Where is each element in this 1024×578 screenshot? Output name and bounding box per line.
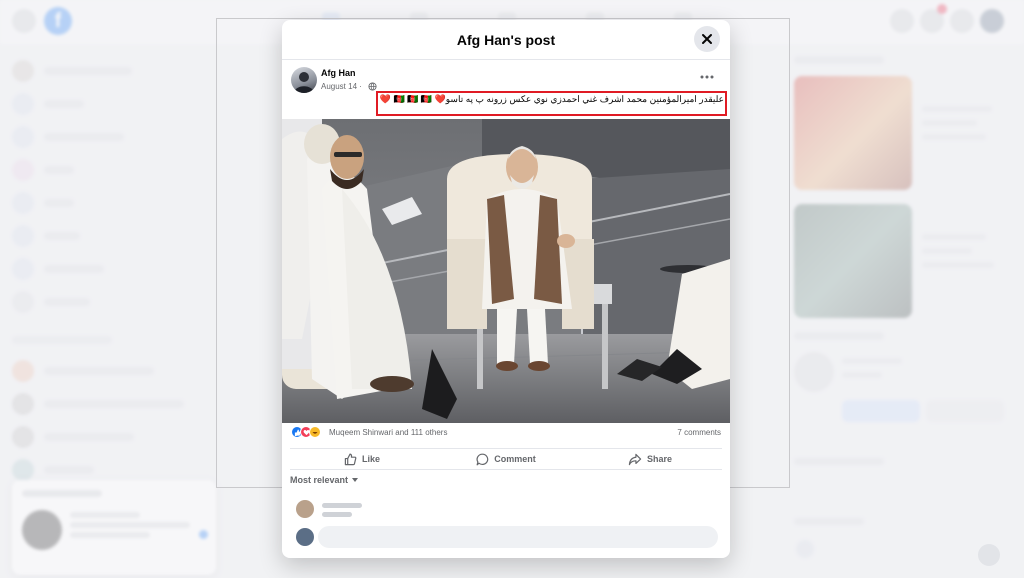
more-options-button[interactable]: [697, 70, 717, 84]
more-icon: [700, 75, 714, 79]
like-icon: [344, 453, 357, 465]
post-modal: Afg Han's post Afg Han August 14 · عليقد…: [282, 20, 730, 558]
close-button[interactable]: [694, 26, 720, 52]
comment-input[interactable]: [318, 526, 718, 548]
comment-label: Comment: [494, 454, 536, 464]
comment-icon: [476, 453, 489, 465]
commenter-avatar: [296, 500, 314, 518]
comment-sort-dropdown[interactable]: Most relevant: [290, 475, 359, 485]
author-avatar[interactable]: [291, 67, 317, 93]
post-stats: Muqeem Shinwari and 111 others 7 comment…: [291, 426, 723, 442]
photo-illustration: [282, 119, 730, 423]
current-user-avatar: [296, 528, 314, 546]
comments-count[interactable]: 7 comments: [677, 428, 721, 437]
share-label: Share: [646, 454, 672, 464]
modal-title: Afg Han's post: [456, 32, 556, 48]
post-date[interactable]: August 14 ·: [321, 82, 362, 91]
post-actions: Like Comment Share: [290, 448, 722, 470]
new-message-button[interactable]: [978, 544, 1000, 566]
post-caption: عليقدر اميرالمؤمنين محمد اشرف غني احمدزي…: [379, 94, 724, 104]
comment-author-placeholder: [322, 503, 362, 508]
haha-reaction-icon: [309, 426, 321, 438]
post-photo[interactable]: [282, 119, 730, 423]
modal-header: Afg Han's post: [282, 20, 730, 60]
like-button[interactable]: Like: [290, 449, 434, 469]
reactions-summary[interactable]: Muqeem Shinwari and 111 others: [329, 428, 447, 437]
globe-icon: [368, 82, 377, 91]
close-icon: [702, 34, 712, 44]
author-name[interactable]: Afg Han: [321, 68, 356, 78]
comment-text-placeholder: [322, 512, 352, 517]
share-button[interactable]: Share: [578, 449, 722, 469]
comment-button[interactable]: Comment: [434, 449, 578, 469]
sort-label: Most relevant: [290, 475, 349, 485]
share-icon: [628, 453, 642, 465]
like-label: Like: [361, 454, 380, 464]
reaction-icons[interactable]: [291, 426, 321, 438]
chevron-down-icon: [352, 478, 359, 482]
